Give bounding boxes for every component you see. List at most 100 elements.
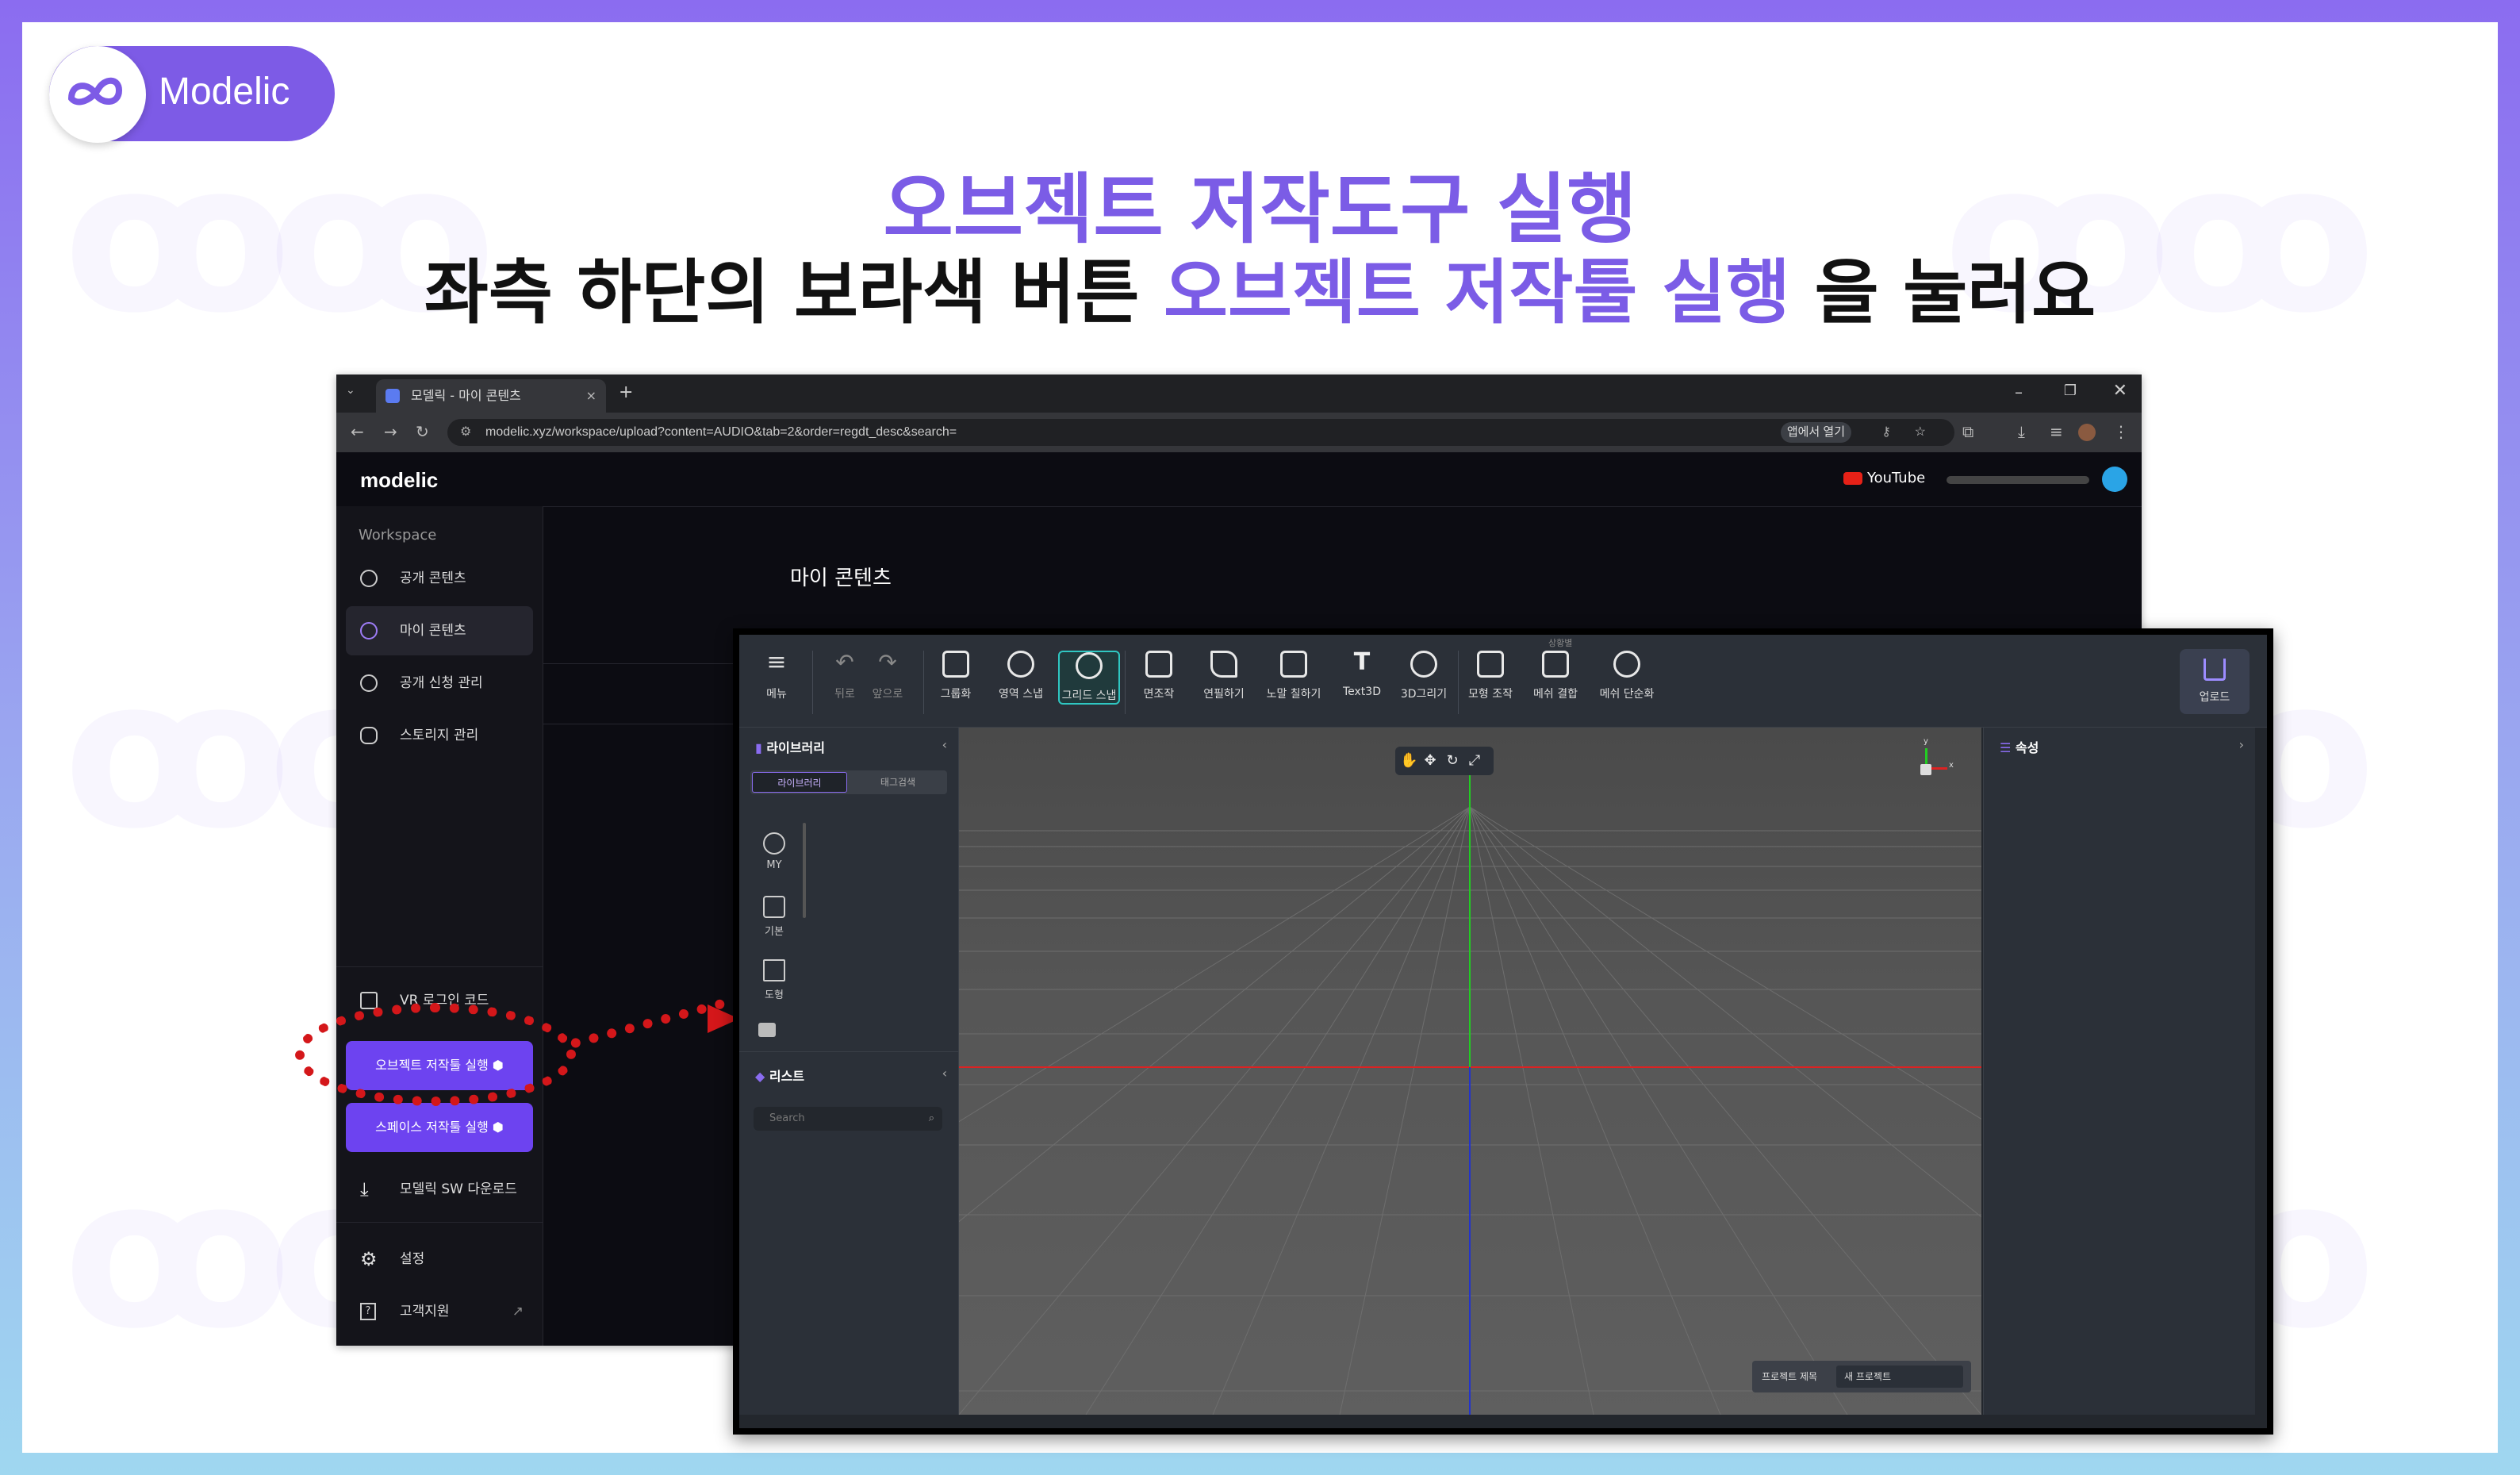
restore-icon[interactable]: ❐ — [2064, 382, 2077, 399]
tool-menu[interactable]: ≡ 메뉴 — [747, 651, 806, 701]
tool-redo[interactable]: ↷ 앞으로 — [858, 651, 917, 701]
sidebar-item-my-contents[interactable]: 마이 콘텐츠 — [346, 606, 533, 655]
sidebar-item-publish-requests[interactable]: 공개 신청 관리 — [346, 659, 533, 708]
download-icon[interactable]: ⤓ — [2018, 422, 2025, 441]
user-avatar[interactable] — [2102, 467, 2127, 492]
mesh-merge-icon — [1542, 651, 1569, 678]
forward-icon[interactable]: → — [384, 422, 397, 441]
toolbar-divider — [1458, 651, 1459, 714]
library-panel: ▮ 라이브러리 ‹ 라이브러리 태그검색 MY 기본 도형 ◆ 리스트 ‹ Se… — [739, 728, 959, 1415]
back-icon[interactable]: ← — [351, 422, 364, 441]
axis-gizmo[interactable]: y x — [1903, 737, 1958, 793]
undo-icon: ↶ — [835, 649, 854, 675]
project-title-input[interactable]: 새 프로젝트 — [1836, 1366, 1963, 1388]
content-divider — [543, 663, 733, 664]
settings-label: 설정 — [400, 1251, 425, 1267]
tab-list-icon[interactable]: ⌄ — [346, 384, 355, 397]
tool-grid-snap[interactable]: 그리드 스냅 — [1058, 651, 1120, 705]
object-editor-window: ≡ 메뉴 ↶ 뒤로 ↷ 앞으로 그룹화 영역 스냅 그리드 스냅 면조작 연필하기 노… — [733, 628, 2273, 1435]
editor-body: ≡ 메뉴 ↶ 뒤로 ↷ 앞으로 그룹화 영역 스냅 그리드 스냅 면조작 연필하기 노… — [739, 635, 2267, 1428]
category-basic[interactable]: 기본 — [750, 896, 798, 938]
bookmark-star-icon[interactable]: ☆ — [1915, 419, 1926, 446]
tool-pencil[interactable]: 연필하기 — [1195, 651, 1253, 701]
tool-draw3d[interactable]: 3D그리기 — [1394, 651, 1453, 701]
download-icon: ⤓ — [360, 1178, 369, 1200]
collapse-chevron-icon[interactable]: ‹ — [942, 1066, 947, 1081]
library-scrollbar[interactable] — [803, 823, 806, 918]
list-icon: ◆ — [755, 1069, 769, 1084]
layers-icon[interactable] — [758, 1023, 776, 1037]
tool-area-snap[interactable]: 영역 스냅 — [992, 651, 1050, 701]
3d-viewport[interactable]: ✋ ✥ ↻ ⤢ y x 프로젝트 제목 새 프로젝트 — [959, 728, 1981, 1415]
sidebar-item-storage[interactable]: 스토리지 관리 — [346, 711, 533, 760]
toolbar-divider — [812, 651, 813, 714]
external-link-icon: ↗ — [512, 1304, 524, 1319]
minimize-icon[interactable]: – — [2015, 382, 2023, 401]
upload-label: 업로드 — [2199, 691, 2230, 704]
collapse-chevron-icon[interactable]: ‹ — [942, 737, 947, 752]
expand-chevron-icon[interactable]: › — [2239, 737, 2244, 752]
sw-download-link[interactable]: ⤓ 모델릭 SW 다운로드 — [346, 1165, 533, 1214]
pencil-icon — [1210, 651, 1237, 678]
tool-label: 앞으로 — [872, 688, 903, 701]
tool-normal-paint[interactable]: 노말 칠하기 — [1258, 651, 1329, 701]
profile-avatar[interactable] — [2078, 424, 2096, 441]
rotate-icon[interactable]: ↻ — [1444, 753, 1460, 769]
tool-shape-edit[interactable]: 모형 조작 — [1461, 651, 1520, 701]
library-title: ▮ 라이브러리 — [755, 737, 825, 756]
tool-label: 뒤로 — [834, 688, 855, 701]
properties-panel: ☰ 속성 › — [1983, 728, 2255, 1415]
space-tool-launch-button[interactable]: 스페이스 저작툴 실행 ⬢ — [346, 1103, 533, 1152]
workspace-sidebar: Workspace 공개 콘텐츠 마이 콘텐츠 공개 신청 관리 스토리지 관리… — [336, 506, 543, 1346]
support-link[interactable]: ? 고객지원 ↗ — [346, 1287, 533, 1336]
list-title: ◆ 리스트 — [755, 1066, 804, 1085]
search-icon: ⌕ — [928, 1112, 934, 1124]
close-window-icon[interactable]: ✕ — [2113, 381, 2127, 401]
site-info-icon[interactable]: ⚙ — [460, 419, 471, 446]
extensions-icon[interactable]: ⧉ — [1962, 422, 1973, 441]
tool-group[interactable]: 그룹화 — [926, 651, 985, 701]
tool-label: 면조작 — [1143, 688, 1175, 701]
category-shapes[interactable]: 도형 — [750, 959, 798, 1001]
reload-icon[interactable]: ↻ — [416, 422, 429, 441]
youtube-label: YouTube — [1867, 470, 1926, 486]
headline-instruction: 좌측 하단의 보라색 버튼 오브젝트 저작툴 실행 을 눌러요 — [0, 236, 2520, 337]
tool-face-edit[interactable]: 면조작 — [1130, 651, 1188, 701]
tab-library[interactable]: 라이브러리 — [752, 772, 847, 793]
upload-button[interactable]: 업로드 — [2180, 649, 2250, 714]
sidebar-item-public[interactable]: 공개 콘텐츠 — [346, 554, 533, 603]
category-label: MY — [766, 859, 782, 871]
settings-link[interactable]: ⚙ 설정 — [346, 1235, 533, 1284]
list-search-input[interactable]: Search ⌕ — [754, 1107, 942, 1131]
browser-tab[interactable]: 모델릭 - 마이 콘텐츠 × — [376, 379, 606, 413]
open-in-app-chip[interactable]: 앱에서 열기 — [1780, 422, 1851, 443]
tool-text3d[interactable]: T Text3D — [1333, 651, 1391, 699]
editor-toolbar: ≡ 메뉴 ↶ 뒤로 ↷ 앞으로 그룹화 영역 스냅 그리드 스냅 면조작 연필하기 노… — [739, 635, 2267, 728]
project-title-label: 프로젝트 제목 — [1762, 1371, 1818, 1382]
new-tab-button[interactable]: + — [619, 382, 633, 402]
category-label: 기본 — [765, 926, 784, 938]
move-icon[interactable]: ✥ — [1422, 753, 1438, 769]
globe-icon — [360, 570, 378, 587]
sidebar-item-label: 마이 콘텐츠 — [400, 623, 466, 639]
password-key-icon[interactable]: ⚷ — [1881, 419, 1891, 446]
hand-pan-icon[interactable]: ✋ — [1400, 753, 1417, 769]
scale-icon[interactable]: ⤢ — [1467, 753, 1482, 769]
tool-label: 3D그리기 — [1400, 688, 1448, 701]
address-bar[interactable]: ⚙ modelic.xyz/workspace/upload?content=A… — [447, 419, 1954, 446]
panel-divider — [739, 1051, 958, 1052]
youtube-link[interactable]: YouTube — [1843, 470, 1925, 486]
reading-list-icon[interactable]: ≡ — [2050, 422, 2063, 441]
tab-tag-search[interactable]: 태그검색 — [850, 772, 945, 793]
app-logo[interactable]: modelic — [360, 468, 438, 493]
tool-label: 그리드 스냅 — [1061, 689, 1117, 702]
grid-snap-icon — [1076, 652, 1103, 679]
tool-mesh-merge[interactable]: 메쉬 결합 — [1526, 651, 1585, 701]
category-my[interactable]: MY — [750, 832, 798, 871]
toolbar-divider — [1125, 651, 1126, 714]
tool-mesh-simplify[interactable]: 메쉬 단순화 — [1591, 651, 1663, 701]
support-label: 고객지원 — [400, 1304, 450, 1319]
tab-close-icon[interactable]: × — [586, 379, 596, 413]
more-menu-icon[interactable]: ⋮ — [2113, 422, 2129, 441]
list-title-text: 리스트 — [769, 1069, 805, 1084]
